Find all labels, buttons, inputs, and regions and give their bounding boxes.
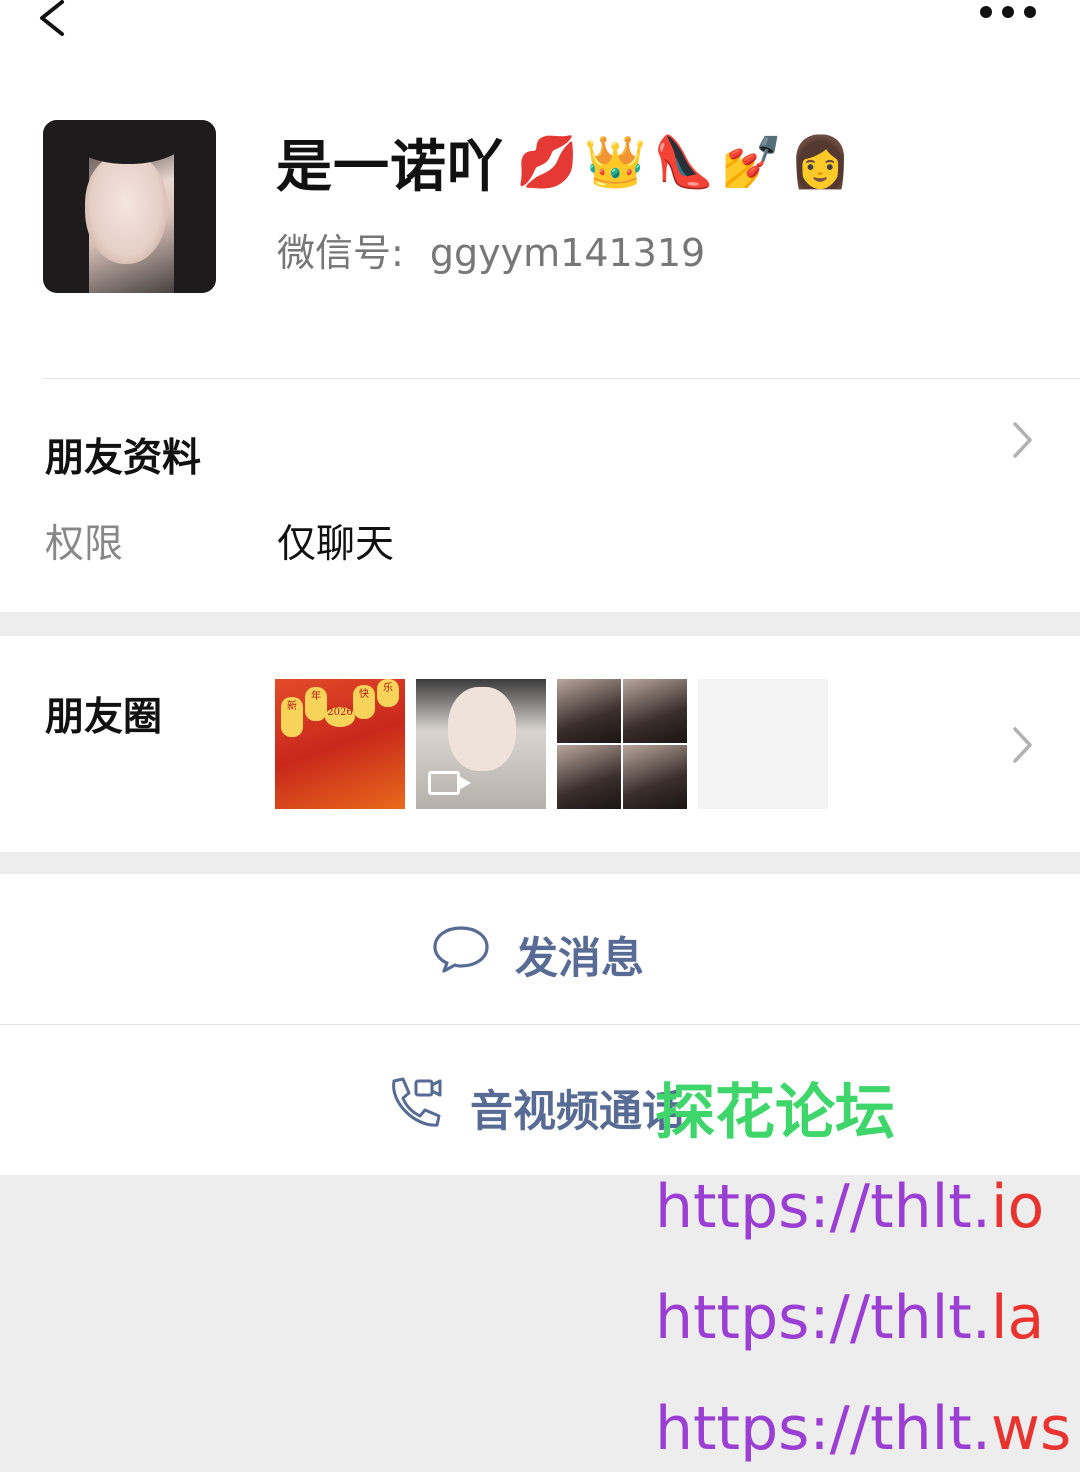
thumbnail-cell xyxy=(623,679,687,743)
section-gap xyxy=(0,852,1080,874)
nickname: 是一诺吖 xyxy=(276,134,504,200)
thumbnail-face xyxy=(448,687,516,771)
video-call-label: 音视频通话 xyxy=(470,1087,685,1137)
moments-thumbnail[interactable] xyxy=(698,679,828,809)
lantern: 乐 xyxy=(377,679,399,707)
dot-icon xyxy=(980,6,992,18)
thumbnail-cell xyxy=(623,745,687,809)
send-message-label: 发消息 xyxy=(515,934,644,984)
watermark-forum: 探花论坛 xyxy=(655,1078,895,1148)
permission-label: 权限 xyxy=(45,522,124,567)
dot-icon xyxy=(1024,6,1036,18)
avatar[interactable] xyxy=(43,120,216,293)
lantern: 快 xyxy=(353,685,375,719)
chevron-right-icon[interactable] xyxy=(1008,725,1038,765)
moments-thumbnail[interactable] xyxy=(557,679,687,809)
nickname-row: 是一诺吖 💋👑👠💅👩 xyxy=(276,122,857,202)
more-options-icon[interactable] xyxy=(980,6,1036,20)
lantern: 2026 xyxy=(325,707,355,727)
lantern: 新 xyxy=(281,697,303,737)
watermark-link: https://thlt.la xyxy=(655,1283,1044,1353)
avatar-fringe xyxy=(73,120,183,164)
watermark-link: https://thlt.ws xyxy=(655,1394,1071,1464)
watermark-link-tld: la xyxy=(990,1283,1045,1353)
divider xyxy=(43,378,1080,379)
section-gap xyxy=(0,612,1080,636)
chevron-right-icon[interactable] xyxy=(1008,420,1038,460)
watermark-link-prefix: https://thlt. xyxy=(655,1283,991,1353)
wechat-id-value: ggyym141319 xyxy=(429,231,706,275)
wechat-id: 微信号: ggyym141319 xyxy=(277,222,705,277)
watermark-link: https://thlt.io xyxy=(655,1172,1044,1242)
moments-title: 朋友圈 xyxy=(45,695,163,740)
nickname-emojis: 💋👑👠💅👩 xyxy=(516,133,858,191)
friend-info-title[interactable]: 朋友资料 xyxy=(45,427,201,483)
permission-value: 仅聊天 xyxy=(277,522,395,567)
watermark-link-tld: ws xyxy=(990,1394,1072,1464)
moments-thumbnail[interactable] xyxy=(416,679,546,809)
dot-icon xyxy=(1002,6,1014,18)
video-call-button[interactable]: 音视频通话 xyxy=(0,1025,1080,1175)
watermark-link-tld: io xyxy=(990,1172,1045,1242)
thumbnail-cell xyxy=(557,745,621,809)
video-call-icon xyxy=(392,1077,442,1127)
lantern: 年 xyxy=(305,687,327,721)
wechat-id-label: 微信号: xyxy=(277,231,404,275)
send-message-button[interactable]: 发消息 xyxy=(0,874,1080,1024)
thumbnail-cell xyxy=(557,679,621,743)
profile-header xyxy=(0,0,1080,612)
video-icon xyxy=(428,771,471,795)
avatar-face xyxy=(85,154,167,264)
back-arrow-icon[interactable] xyxy=(32,0,76,44)
watermark-link-prefix: https://thlt. xyxy=(655,1394,991,1464)
moments-thumbnail[interactable]: 新 年 快 乐 2026 xyxy=(275,679,405,809)
watermark-link-prefix: https://thlt. xyxy=(655,1172,991,1242)
chat-bubble-icon xyxy=(433,926,489,973)
